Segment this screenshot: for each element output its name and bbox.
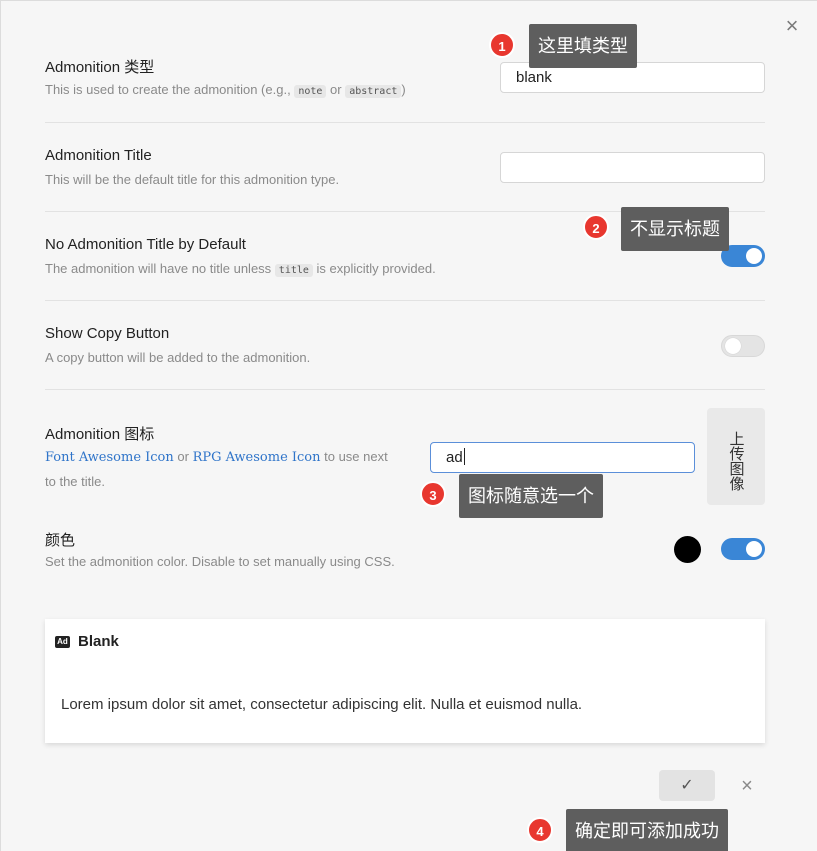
admonition-preview: Ad Blank Lorem ipsum dolor sit amet, con…	[45, 619, 765, 743]
preview-title: Blank	[78, 633, 119, 650]
setting-description: Set the admonition color. Disable to set…	[45, 554, 395, 569]
annotation-callout-4: 确定即可添加成功	[566, 809, 728, 851]
cancel-icon[interactable]: ×	[736, 773, 758, 799]
annotation-badge-1: 1	[489, 32, 515, 58]
annotation-callout-3: 图标随意选一个	[459, 474, 603, 518]
admonition-settings-modal: × Admonition 类型 This is used to create t…	[0, 0, 817, 851]
setting-description: This will be the default title for this …	[45, 172, 340, 187]
close-icon[interactable]: ×	[779, 13, 805, 39]
font-awesome-link[interactable]: Font Awesome Icon	[45, 450, 174, 465]
rpg-awesome-link[interactable]: RPG Awesome Icon	[193, 450, 321, 465]
color-swatch[interactable]	[674, 536, 701, 563]
annotation-badge-2: 2	[583, 214, 609, 240]
toggle-knob	[725, 338, 741, 354]
setting-name: 颜色	[45, 532, 76, 549]
copy-button-toggle[interactable]	[721, 335, 765, 357]
setting-color: 颜色 Set the admonition color. Disable to …	[45, 510, 765, 590]
preview-title-row: Ad Blank	[55, 633, 119, 650]
title-input[interactable]	[500, 152, 765, 183]
color-toggle[interactable]	[721, 538, 765, 560]
annotation-badge-3: 3	[420, 481, 446, 507]
code-abstract: abstract	[345, 85, 402, 98]
text-caret	[463, 448, 465, 465]
upload-image-button[interactable]: 上传图像	[707, 408, 765, 505]
code-title: title	[274, 264, 313, 277]
setting-name: Admonition Title	[45, 147, 152, 164]
setting-name: Admonition 类型	[45, 59, 155, 76]
code-note: note	[294, 85, 327, 98]
setting-show-copy-button: Show Copy Button A copy button will be a…	[45, 301, 765, 390]
confirm-button[interactable]: ✓	[659, 770, 715, 801]
setting-description: The admonition will have no title unless…	[45, 261, 436, 277]
annotation-callout-1: 这里填类型	[529, 24, 637, 68]
annotation-badge-4: 4	[527, 817, 553, 843]
setting-description: This is used to create the admonition (e…	[45, 82, 406, 98]
preview-body: Lorem ipsum dolor sit amet, consectetur …	[61, 696, 583, 713]
toggle-knob	[746, 541, 762, 557]
setting-name: No Admonition Title by Default	[45, 236, 246, 253]
toggle-knob	[746, 248, 762, 264]
setting-description: Font Awesome Icon or RPG Awesome Icon to…	[45, 449, 388, 489]
setting-name: Show Copy Button	[45, 325, 170, 342]
annotation-callout-2: 不显示标题	[621, 207, 729, 251]
setting-description: A copy button will be added to the admon…	[45, 350, 311, 365]
setting-name: Admonition 图标	[45, 426, 155, 443]
icon-input[interactable]: ad	[430, 442, 695, 473]
ad-icon: Ad	[55, 635, 70, 648]
